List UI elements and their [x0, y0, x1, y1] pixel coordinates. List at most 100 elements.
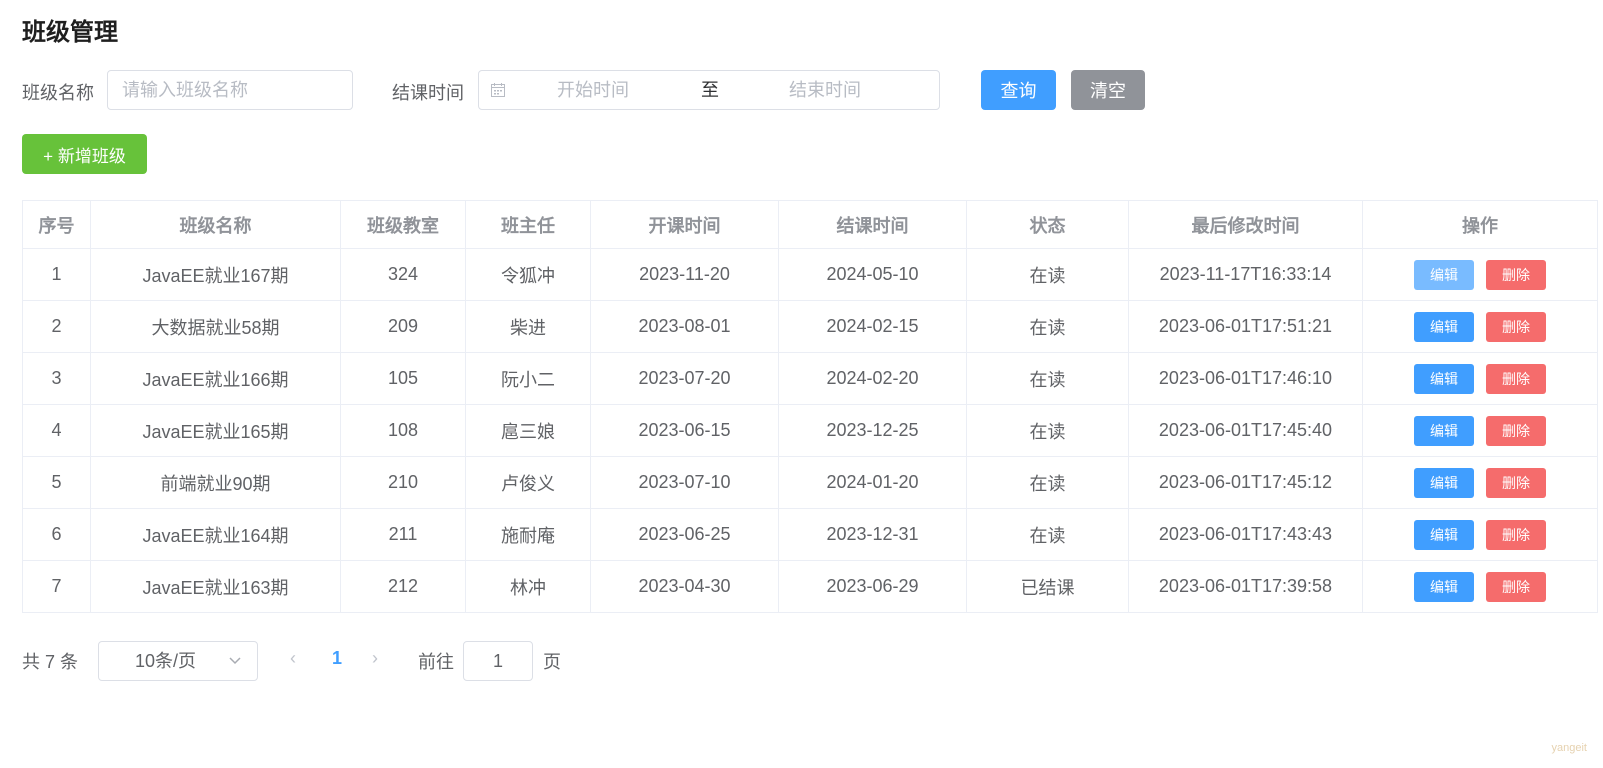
- cell-actions: 编辑 删除: [1362, 248, 1598, 301]
- query-button[interactable]: 查询: [981, 70, 1056, 110]
- edit-button[interactable]: 编辑: [1414, 415, 1474, 446]
- cell-end-date: 2023-06-29: [778, 560, 967, 613]
- cell-teacher: 令狐冲: [465, 248, 591, 301]
- header-classroom: 班级教室: [340, 200, 466, 249]
- cell-end-date: 2023-12-25: [778, 404, 967, 457]
- cell-actions: 编辑 删除: [1362, 300, 1598, 353]
- cell-index: 3: [22, 352, 91, 405]
- cell-status: 在读: [966, 404, 1129, 457]
- header-teacher: 班主任: [465, 200, 591, 249]
- cell-begin-date: 2023-04-30: [590, 560, 779, 613]
- cell-class-name: JavaEE就业163期: [90, 560, 341, 613]
- edit-button[interactable]: 编辑: [1414, 467, 1474, 498]
- cell-teacher: 阮小二: [465, 352, 591, 405]
- edit-button[interactable]: 编辑: [1414, 519, 1474, 550]
- page-number-current[interactable]: 1: [332, 648, 342, 669]
- end-time-input[interactable]: 结束时间: [789, 71, 861, 109]
- cell-actions: 编辑 删除: [1362, 560, 1598, 613]
- start-time-input[interactable]: 开始时间: [557, 71, 629, 109]
- edit-button[interactable]: 编辑: [1414, 363, 1474, 394]
- table-row: 3 JavaEE就业166期 105 阮小二 2023-07-20 2024-0…: [22, 352, 1598, 405]
- class-name-label: 班级名称: [22, 83, 94, 103]
- cell-classroom: 324: [340, 248, 466, 301]
- cell-teacher: 扈三娘: [465, 404, 591, 457]
- watermark: yangeit: [1551, 742, 1587, 754]
- delete-button[interactable]: 删除: [1486, 519, 1546, 550]
- table-header-row: 序号 班级名称 班级教室 班主任 开课时间 结课时间 状态 最后修改时间 操作: [22, 200, 1598, 249]
- cell-classroom: 210: [340, 456, 466, 509]
- header-status: 状态: [966, 200, 1129, 249]
- cell-teacher: 柴进: [465, 300, 591, 353]
- cell-end-date: 2024-01-20: [778, 456, 967, 509]
- edit-button[interactable]: 编辑: [1414, 259, 1474, 290]
- page-size-select[interactable]: 10条/页: [98, 641, 258, 681]
- cell-end-date: 2024-02-20: [778, 352, 967, 405]
- cell-classroom: 108: [340, 404, 466, 457]
- cell-begin-date: 2023-06-25: [590, 508, 779, 561]
- delete-button[interactable]: 删除: [1486, 467, 1546, 498]
- cell-index: 7: [22, 560, 91, 613]
- cell-status: 在读: [966, 248, 1129, 301]
- cell-status: 在读: [966, 352, 1129, 405]
- cell-classroom: 105: [340, 352, 466, 405]
- table-row: 1 JavaEE就业167期 324 令狐冲 2023-11-20 2024-0…: [22, 248, 1598, 301]
- class-name-input[interactable]: [107, 70, 353, 110]
- cell-status: 在读: [966, 508, 1129, 561]
- table-row: 7 JavaEE就业163期 212 林冲 2023-04-30 2023-06…: [22, 560, 1598, 613]
- table-row: 2 大数据就业58期 209 柴进 2023-08-01 2024-02-15 …: [22, 300, 1598, 353]
- cell-begin-date: 2023-07-10: [590, 456, 779, 509]
- header-index: 序号: [22, 200, 91, 249]
- goto-page-input[interactable]: [463, 641, 533, 681]
- chevron-down-icon: [229, 657, 241, 665]
- add-class-button[interactable]: + 新增班级: [22, 134, 147, 174]
- table-row: 5 前端就业90期 210 卢俊义 2023-07-10 2024-01-20 …: [22, 456, 1598, 509]
- range-separator: 至: [701, 80, 719, 100]
- goto-unit-label: 页: [543, 652, 561, 672]
- cell-begin-date: 2023-11-20: [590, 248, 779, 301]
- end-time-range-picker[interactable]: 开始时间 至 结束时间: [478, 70, 940, 110]
- delete-button[interactable]: 删除: [1486, 363, 1546, 394]
- prev-page-button[interactable]: ‹: [290, 648, 296, 669]
- page-size-value: 10条/页: [135, 651, 197, 671]
- delete-button[interactable]: 删除: [1486, 415, 1546, 446]
- cell-index: 1: [22, 248, 91, 301]
- cell-teacher: 林冲: [465, 560, 591, 613]
- cell-status: 在读: [966, 300, 1129, 353]
- cell-update-time: 2023-06-01T17:46:10: [1128, 352, 1363, 405]
- cell-begin-date: 2023-07-20: [590, 352, 779, 405]
- cell-begin-date: 2023-06-15: [590, 404, 779, 457]
- goto-label: 前往: [418, 652, 454, 672]
- cell-actions: 编辑 删除: [1362, 352, 1598, 405]
- cell-end-date: 2024-05-10: [778, 248, 967, 301]
- header-end-date: 结课时间: [778, 200, 967, 249]
- calendar-icon: [491, 83, 505, 97]
- cell-teacher: 施耐庵: [465, 508, 591, 561]
- cell-index: 2: [22, 300, 91, 353]
- cell-class-name: 大数据就业58期: [90, 300, 341, 353]
- cell-actions: 编辑 删除: [1362, 508, 1598, 561]
- cell-update-time: 2023-06-01T17:39:58: [1128, 560, 1363, 613]
- header-begin-date: 开课时间: [590, 200, 779, 249]
- delete-button[interactable]: 删除: [1486, 571, 1546, 602]
- header-actions: 操作: [1362, 200, 1598, 249]
- cell-class-name: 前端就业90期: [90, 456, 341, 509]
- cell-update-time: 2023-06-01T17:43:43: [1128, 508, 1363, 561]
- cell-update-time: 2023-06-01T17:45:40: [1128, 404, 1363, 457]
- cell-index: 4: [22, 404, 91, 457]
- cell-class-name: JavaEE就业166期: [90, 352, 341, 405]
- cell-teacher: 卢俊义: [465, 456, 591, 509]
- end-time-label: 结课时间: [392, 83, 464, 103]
- cell-classroom: 209: [340, 300, 466, 353]
- cell-update-time: 2023-06-01T17:45:12: [1128, 456, 1363, 509]
- header-update-time: 最后修改时间: [1128, 200, 1363, 249]
- delete-button[interactable]: 删除: [1486, 311, 1546, 342]
- cell-classroom: 212: [340, 560, 466, 613]
- table-row: 6 JavaEE就业164期 211 施耐庵 2023-06-25 2023-1…: [22, 508, 1598, 561]
- edit-button[interactable]: 编辑: [1414, 311, 1474, 342]
- next-page-button[interactable]: ›: [372, 648, 378, 669]
- clear-button[interactable]: 清空: [1071, 70, 1145, 110]
- delete-button[interactable]: 删除: [1486, 259, 1546, 290]
- cell-index: 5: [22, 456, 91, 509]
- cell-index: 6: [22, 508, 91, 561]
- edit-button[interactable]: 编辑: [1414, 571, 1474, 602]
